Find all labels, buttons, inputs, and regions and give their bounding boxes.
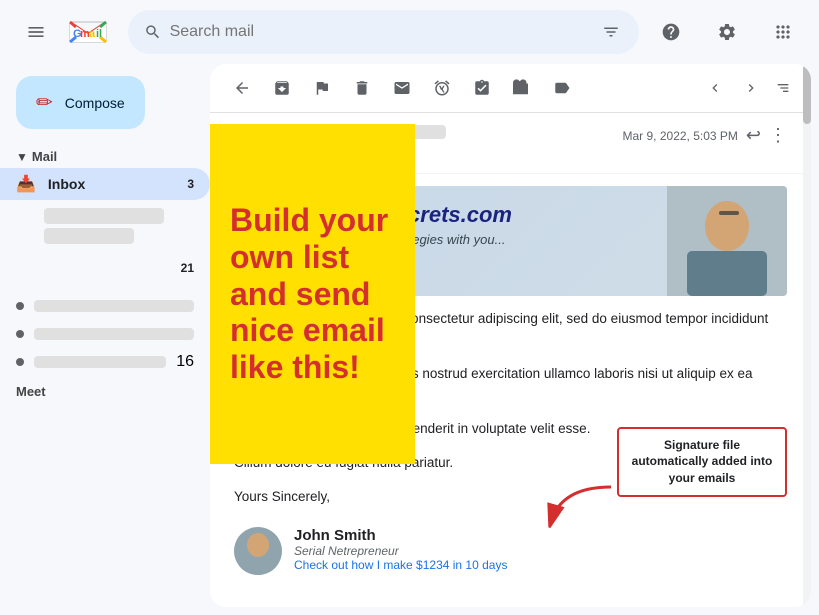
dot-icon-3: [16, 358, 24, 366]
email-panel: to me ▾ Mar 9, 2022, 5:03 PM ↩ ⋮ MyBestK…: [210, 64, 811, 607]
svg-text:il: il: [96, 28, 102, 40]
sig-info: John Smith Serial Netrepreneur Check out…: [294, 527, 507, 572]
scrollbar-track[interactable]: [803, 64, 811, 607]
back-button[interactable]: [226, 72, 258, 104]
annotation-box: Signature file automatically added into …: [617, 427, 787, 497]
mail-section-label: ▼ Mail: [0, 145, 210, 168]
report-button[interactable]: [306, 72, 338, 104]
banner-photo: [667, 186, 787, 296]
yellow-overlay: Build your own list and send nice email …: [210, 124, 415, 464]
app-header: G m a il: [0, 0, 819, 64]
meet-section: Meet: [0, 376, 210, 407]
signature-area: John Smith Serial Netrepreneur Check out…: [210, 519, 811, 591]
search-icon: [144, 22, 162, 42]
annotation-text: Signature file automatically added into …: [632, 438, 773, 486]
sidebar-item-inbox[interactable]: 📥 Inbox 3: [0, 168, 210, 200]
dot-icon-1: [16, 302, 24, 310]
label-button[interactable]: [546, 72, 578, 104]
sidebar-dot-item-1[interactable]: [0, 292, 210, 320]
search-input[interactable]: [170, 23, 591, 41]
overlay-text: Build your own list and send nice email …: [230, 202, 395, 386]
hamburger-menu[interactable]: [16, 12, 56, 52]
mail-button[interactable]: [386, 72, 418, 104]
gmail-logo: G m a il: [68, 18, 108, 46]
view-options-button[interactable]: [771, 72, 795, 104]
inbox-badge: 3: [187, 177, 194, 191]
more-options-icon[interactable]: ⋮: [769, 125, 787, 146]
reply-icon[interactable]: ↩: [746, 125, 761, 146]
task-button[interactable]: [466, 72, 498, 104]
apps-button[interactable]: [763, 12, 803, 52]
help-button[interactable]: [651, 12, 691, 52]
compose-icon: ✏: [36, 90, 53, 115]
archive-button[interactable]: [266, 72, 298, 104]
prev-email-button[interactable]: [699, 72, 731, 104]
badge-21: 21: [181, 261, 194, 275]
sidebar-item-21[interactable]: 21: [0, 252, 210, 284]
search-filter-icon[interactable]: [598, 18, 623, 46]
inbox-icon: 📥: [16, 174, 36, 194]
sig-avatar-img: [234, 527, 282, 575]
sidebar-dot-item-3[interactable]: 16: [0, 348, 210, 376]
sig-title: Serial Netrepreneur: [294, 544, 507, 558]
sidebar: ✏ Compose ▼ Mail 📥 Inbox 3 21: [0, 64, 210, 615]
search-bar[interactable]: [128, 10, 639, 54]
compose-label: Compose: [65, 95, 125, 111]
email-date: Mar 9, 2022, 5:03 PM: [623, 129, 738, 143]
nav-arrows: [699, 72, 795, 104]
svg-text:a: a: [89, 28, 96, 40]
scrollbar-thumb[interactable]: [803, 64, 811, 124]
sig-link[interactable]: Check out how I make $1234 in 10 days: [294, 558, 507, 572]
sig-avatar: [234, 527, 282, 575]
dot-icon-2: [16, 330, 24, 338]
email-toolbar: [210, 64, 811, 113]
main-layout: ✏ Compose ▼ Mail 📥 Inbox 3 21: [0, 64, 819, 615]
compose-button[interactable]: ✏ Compose: [16, 76, 145, 129]
header-icons: [651, 12, 803, 52]
delete-button[interactable]: [346, 72, 378, 104]
badge-16: 16: [176, 353, 194, 371]
annotation-arrow: [541, 482, 621, 537]
sig-name: John Smith: [294, 527, 507, 544]
move-button[interactable]: [506, 72, 538, 104]
settings-button[interactable]: [707, 12, 747, 52]
snooze-button[interactable]: [426, 72, 458, 104]
sidebar-dot-item-2[interactable]: [0, 320, 210, 348]
next-email-button[interactable]: [735, 72, 767, 104]
banner-person-svg: [677, 191, 777, 296]
email-meta: Mar 9, 2022, 5:03 PM ↩ ⋮: [623, 125, 788, 146]
